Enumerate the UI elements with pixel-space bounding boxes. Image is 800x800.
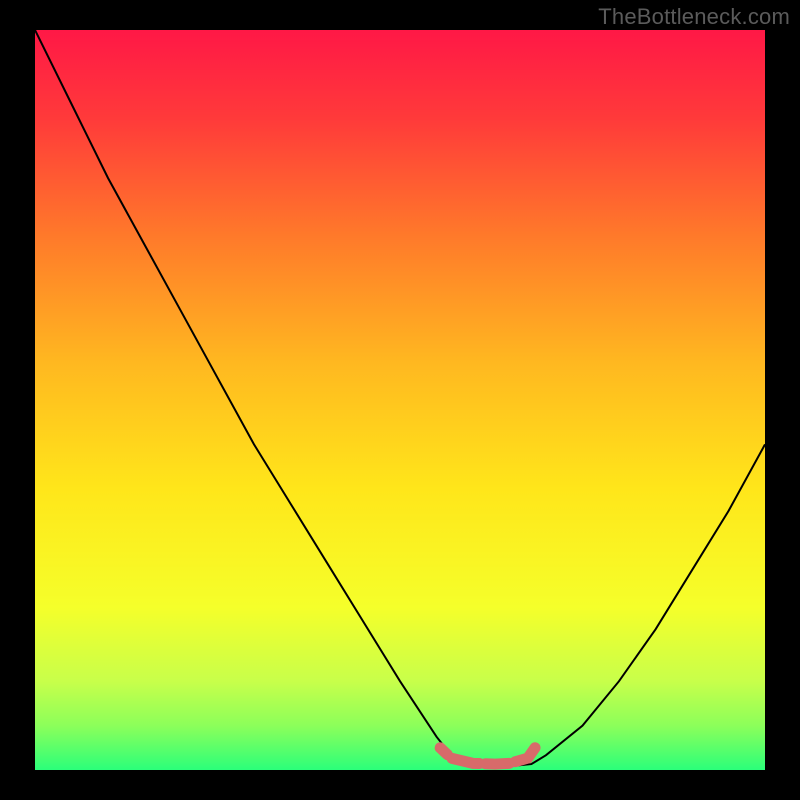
chart-frame: TheBottleneck.com — [0, 0, 800, 800]
bottleneck-chart — [35, 30, 765, 770]
watermark-text: TheBottleneck.com — [598, 4, 790, 30]
gradient-background — [35, 30, 765, 770]
plot-area — [35, 30, 765, 770]
